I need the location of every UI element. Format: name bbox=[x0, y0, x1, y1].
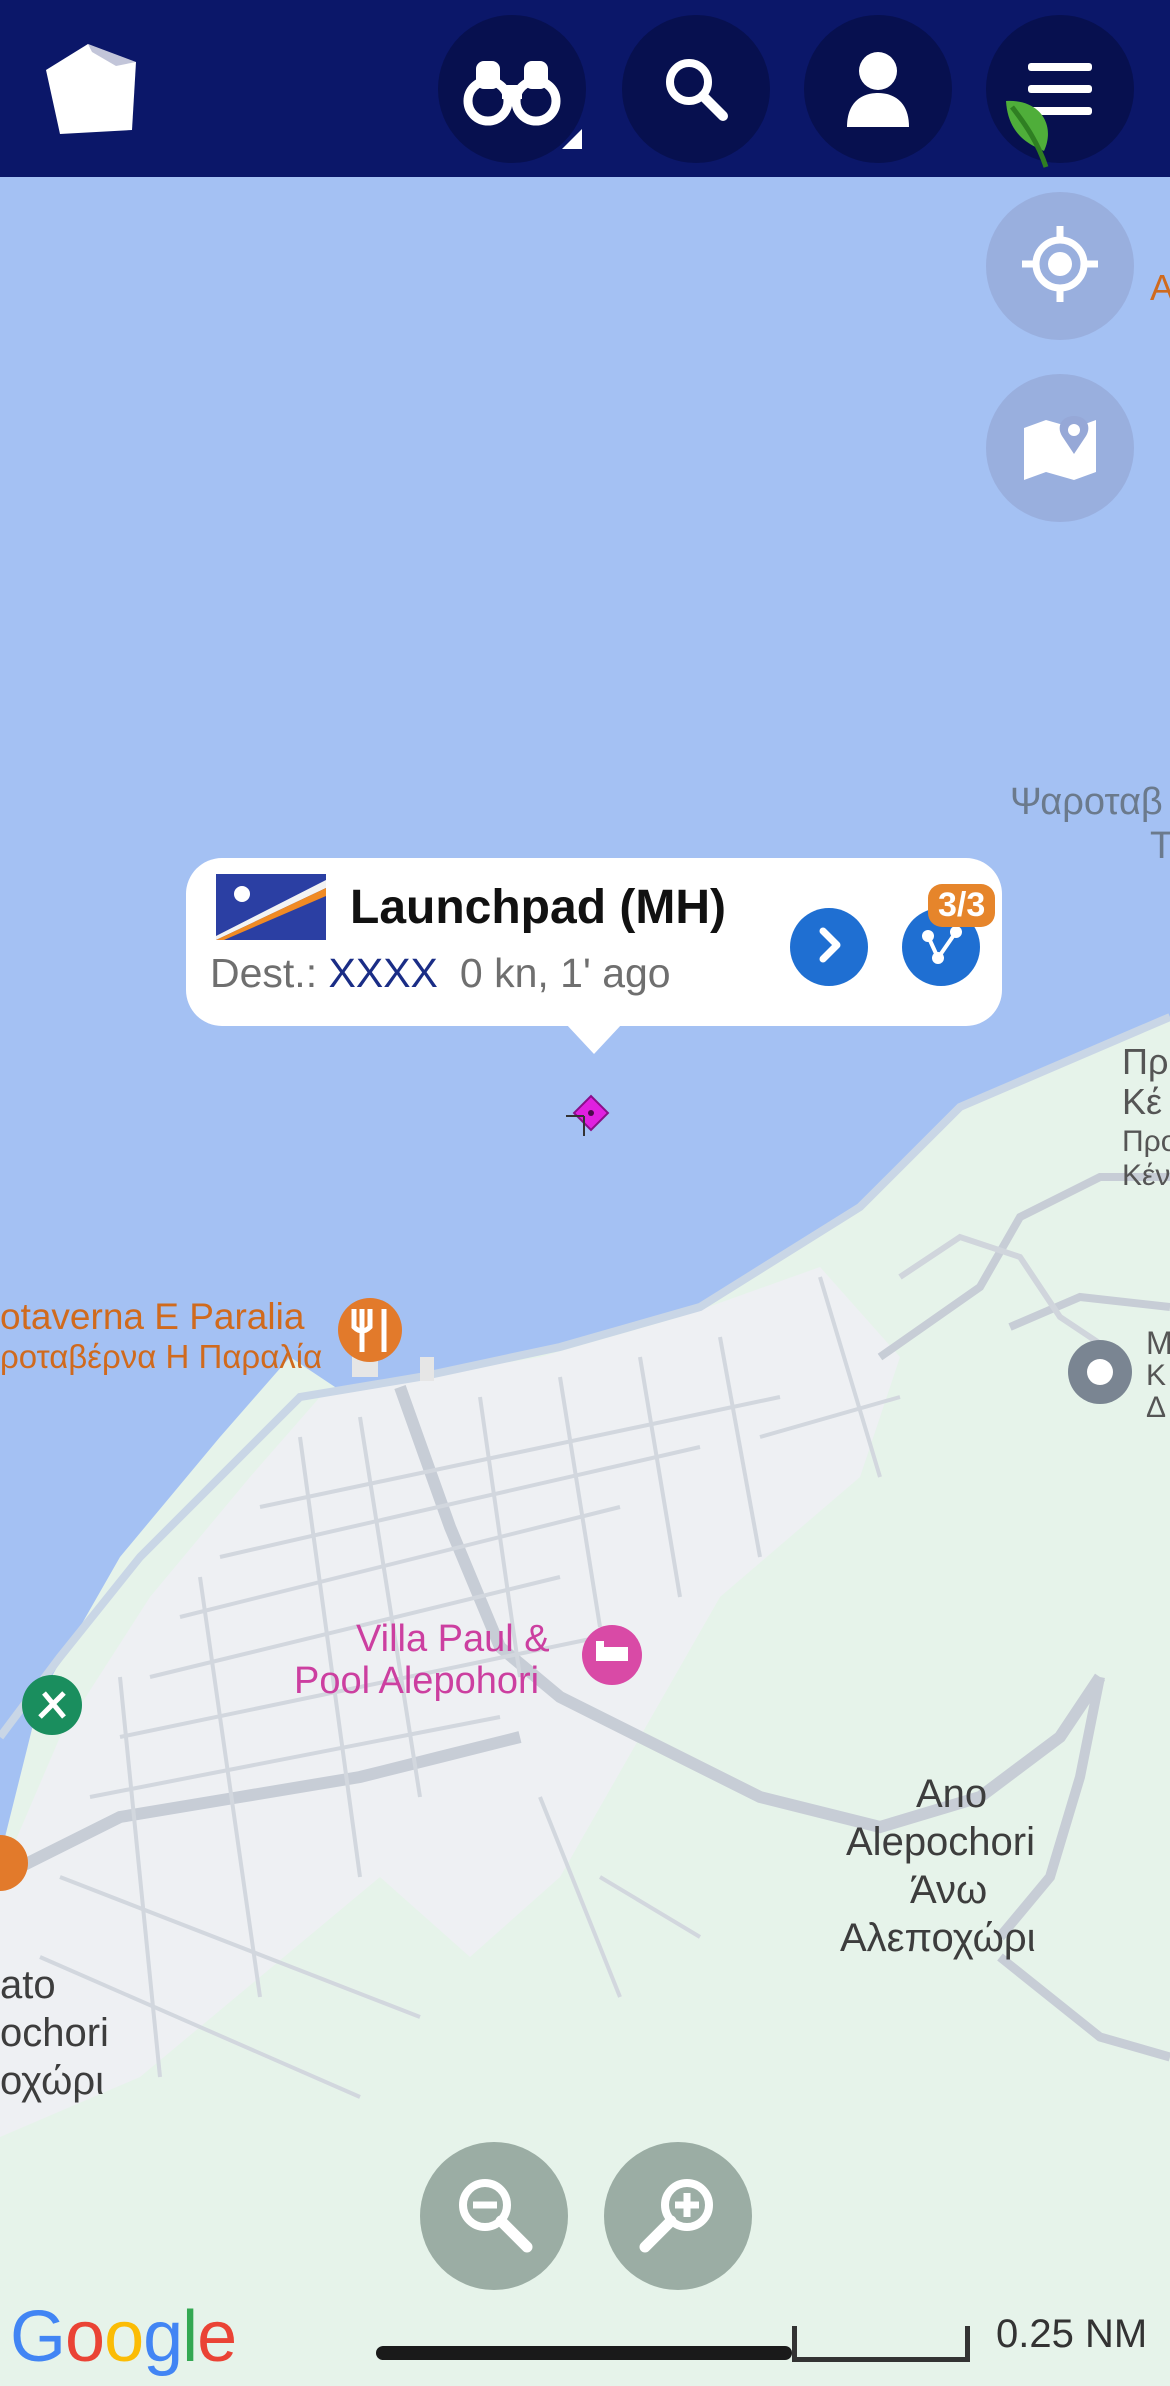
map-pin-icon bbox=[1020, 406, 1100, 491]
hotel-marker-icon bbox=[582, 1625, 642, 1685]
right-label-m3: Δ bbox=[1146, 1391, 1167, 1424]
zoom-out-button[interactable] bbox=[420, 2142, 568, 2290]
grey-place-marker-icon bbox=[1068, 1340, 1132, 1404]
zoom-in-button[interactable] bbox=[604, 2142, 752, 2290]
binoculars-button[interactable] bbox=[438, 15, 586, 163]
kato-alepochori-line3: οχώρι bbox=[0, 2059, 104, 2103]
right-label-1: Πρ bbox=[1122, 1041, 1169, 1082]
marshall-islands-flag-icon bbox=[216, 874, 326, 940]
dest-value[interactable]: XXXX bbox=[329, 950, 438, 996]
scale-bar bbox=[792, 2326, 970, 2362]
psarot-label-line2: Τ bbox=[1150, 825, 1170, 867]
right-label-m2: Κ bbox=[1146, 1359, 1167, 1392]
psarot-label-line1: Ψαροταβ bbox=[1010, 781, 1163, 823]
vessel-count-badge: 3/3 bbox=[928, 884, 996, 927]
edge-label-a: Α bbox=[1150, 267, 1170, 308]
zoom-out-icon bbox=[451, 2171, 537, 2262]
right-label-m1: Μ bbox=[1146, 1325, 1170, 1361]
ano-alepochori-line3: Άνω bbox=[910, 1868, 988, 1912]
villa-label-line1: Villa Paul & bbox=[356, 1618, 550, 1660]
account-button[interactable] bbox=[804, 15, 952, 163]
home-gesture-bar[interactable] bbox=[376, 2346, 792, 2360]
zoom-in-icon bbox=[635, 2171, 721, 2262]
leaf-icon bbox=[1000, 95, 1056, 174]
kato-alepochori-line2: ochori bbox=[0, 2011, 109, 2055]
vessel-details-button[interactable] bbox=[790, 908, 868, 986]
search-button[interactable] bbox=[622, 15, 770, 163]
villa-label-line2: Pool Alepohori bbox=[294, 1660, 540, 1702]
app-logo-icon[interactable] bbox=[40, 40, 150, 140]
ano-alepochori-line1: Ano bbox=[916, 1772, 988, 1816]
crosshair-icon bbox=[1020, 224, 1100, 309]
vessel-destination-line: Dest.: XXXX 0 kn, 1' ago bbox=[210, 950, 671, 997]
top-bar bbox=[0, 0, 1170, 177]
right-label-4: Κέν bbox=[1122, 1159, 1170, 1192]
park-marker-icon bbox=[22, 1675, 82, 1735]
chevron-right-icon bbox=[809, 925, 849, 970]
vessel-popup[interactable]: Launchpad (MH) Dest.: XXXX 0 kn, 1' ago 3… bbox=[186, 858, 1002, 1054]
dest-label: Dest.: bbox=[210, 950, 318, 996]
kato-alepochori-line1: ato bbox=[0, 1963, 56, 2007]
map-canvas[interactable]: otaverna E Paralia ροταβέρνα Η Παραλία V… bbox=[0, 177, 1170, 2386]
binoculars-icon bbox=[462, 49, 562, 129]
ano-alepochori-line2: Alepochori bbox=[846, 1820, 1036, 1864]
taverna-label-latin: otaverna E Paralia bbox=[0, 1296, 305, 1337]
right-label-3: Προ bbox=[1122, 1125, 1170, 1158]
google-attribution: Google bbox=[10, 2297, 237, 2377]
user-icon bbox=[843, 49, 913, 129]
scale-label: 0.25 NM bbox=[996, 2312, 1148, 2356]
vessel-status: 0 kn, 1' ago bbox=[459, 950, 671, 996]
route-nodes-icon bbox=[916, 920, 966, 975]
map-layers-button[interactable] bbox=[986, 374, 1134, 522]
vessel-marker-icon[interactable] bbox=[562, 1092, 616, 1151]
restaurant-marker-icon bbox=[338, 1298, 402, 1362]
dropdown-corner-icon bbox=[562, 129, 582, 149]
right-label-2: Κέ bbox=[1122, 1081, 1163, 1122]
search-icon bbox=[661, 54, 731, 124]
vessel-name: Launchpad (MH) bbox=[350, 881, 726, 934]
taverna-label-greek: ροταβέρνα Η Παραλία bbox=[0, 1338, 323, 1375]
locate-me-button[interactable] bbox=[986, 192, 1134, 340]
ano-alepochori-line4: Αλεποχώρι bbox=[840, 1916, 1036, 1960]
